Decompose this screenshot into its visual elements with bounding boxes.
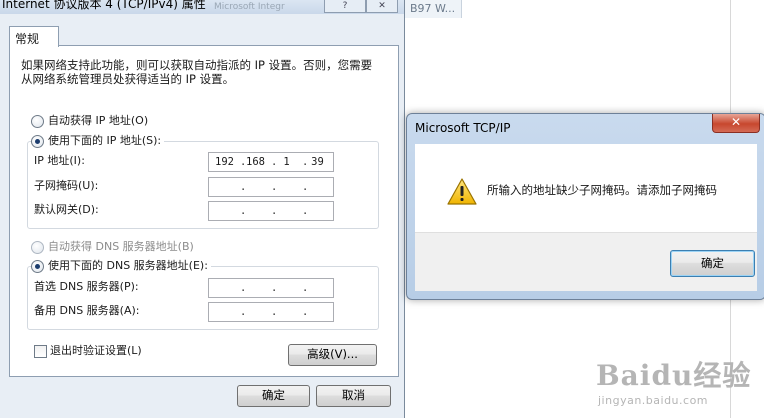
messagebox-footer: 确定	[415, 232, 757, 291]
ip-address-field[interactable]: 192 . 168 . 1 . 39	[208, 152, 334, 172]
validate-on-exit-checkbox[interactable]	[34, 345, 47, 358]
manual-ip-label: 使用下面的 IP 地址(S):	[48, 134, 162, 147]
messagebox-close-button[interactable]: ✕	[712, 114, 760, 133]
ip-octet-1: 192	[215, 156, 234, 168]
validate-on-exit-label: 退出时验证设置(L)	[50, 344, 142, 357]
auto-ip-radio[interactable]	[31, 114, 44, 128]
watermark-url: jingyan.baidu.com	[598, 394, 709, 407]
preferred-dns-field[interactable]: . . .	[208, 278, 334, 298]
close-icon: ✕	[378, 1, 386, 11]
gateway-field[interactable]: . . .	[208, 201, 334, 221]
manual-dns-option[interactable]: 使用下面的 DNS 服务器地址(E):	[31, 258, 211, 274]
background-ghost-text: Microsoft Integr	[214, 2, 285, 12]
dialog-title: Internet 协议版本 4 (TCP/IPv4) 属性	[2, 0, 206, 11]
subnet-mask-field[interactable]: . . .	[208, 177, 334, 197]
help-button[interactable]: ?	[324, 0, 366, 13]
auto-dns-radio	[31, 240, 44, 254]
manual-ip-radio[interactable]	[31, 134, 44, 148]
auto-dns-label: 自动获得 DNS 服务器地址(B)	[48, 240, 194, 253]
gateway-label: 默认网关(D):	[34, 203, 99, 216]
background-tab[interactable]: B97 W...	[404, 0, 463, 18]
tab-general-label: 常规	[15, 32, 40, 46]
manual-dns-radio[interactable]	[31, 259, 44, 273]
tcpip-properties-dialog: Internet 协议版本 4 (TCP/IPv4) 属性 Microsoft …	[0, 0, 405, 418]
help-icon: ?	[342, 1, 348, 11]
manual-ip-option[interactable]: 使用下面的 IP 地址(S):	[31, 133, 165, 149]
messagebox-text: 所输入的地址缺少子网掩码。请添加子网掩码	[487, 183, 717, 197]
watermark-brand: Baidu经验	[596, 359, 752, 392]
auto-ip-label: 自动获得 IP 地址(O)	[48, 114, 149, 127]
close-icon: ✕	[730, 115, 742, 129]
subnet-mask-label: 子网掩码(U):	[34, 179, 99, 192]
messagebox-title: Microsoft TCP/IP	[415, 121, 511, 135]
alternate-dns-field[interactable]: . . .	[208, 302, 334, 322]
intro-text: 如果网络支持此功能，则可以获取自动指派的 IP 设置。否则，您需要从网络系统管理…	[21, 58, 373, 86]
messagebox-body: 所输入的地址缺少子网掩码。请添加子网掩码	[415, 144, 757, 232]
ok-button[interactable]: 确定	[237, 385, 310, 407]
tcpip-warning-messagebox: Microsoft TCP/IP ✕ 所输入的地址缺少子网掩码。请添加子网掩码 …	[406, 113, 764, 300]
advanced-button[interactable]: 高级(V)...	[288, 344, 377, 366]
messagebox-ok-button[interactable]: 确定	[670, 250, 755, 277]
ip-address-label: IP 地址(I):	[34, 154, 85, 167]
baidu-jingyan-watermark: Baidu经验 jingyan.baidu.com	[596, 352, 760, 410]
auto-ip-option[interactable]: 自动获得 IP 地址(O)	[31, 113, 148, 129]
auto-dns-option: 自动获得 DNS 服务器地址(B)	[31, 239, 194, 255]
preferred-dns-label: 首选 DNS 服务器(P):	[34, 280, 139, 293]
alternate-dns-label: 备用 DNS 服务器(A):	[34, 304, 140, 317]
manual-dns-label: 使用下面的 DNS 服务器地址(E):	[48, 259, 208, 272]
cancel-button[interactable]: 取消	[316, 385, 391, 407]
tab-general[interactable]: 常规	[9, 26, 59, 47]
close-button[interactable]: ✕	[366, 0, 398, 13]
